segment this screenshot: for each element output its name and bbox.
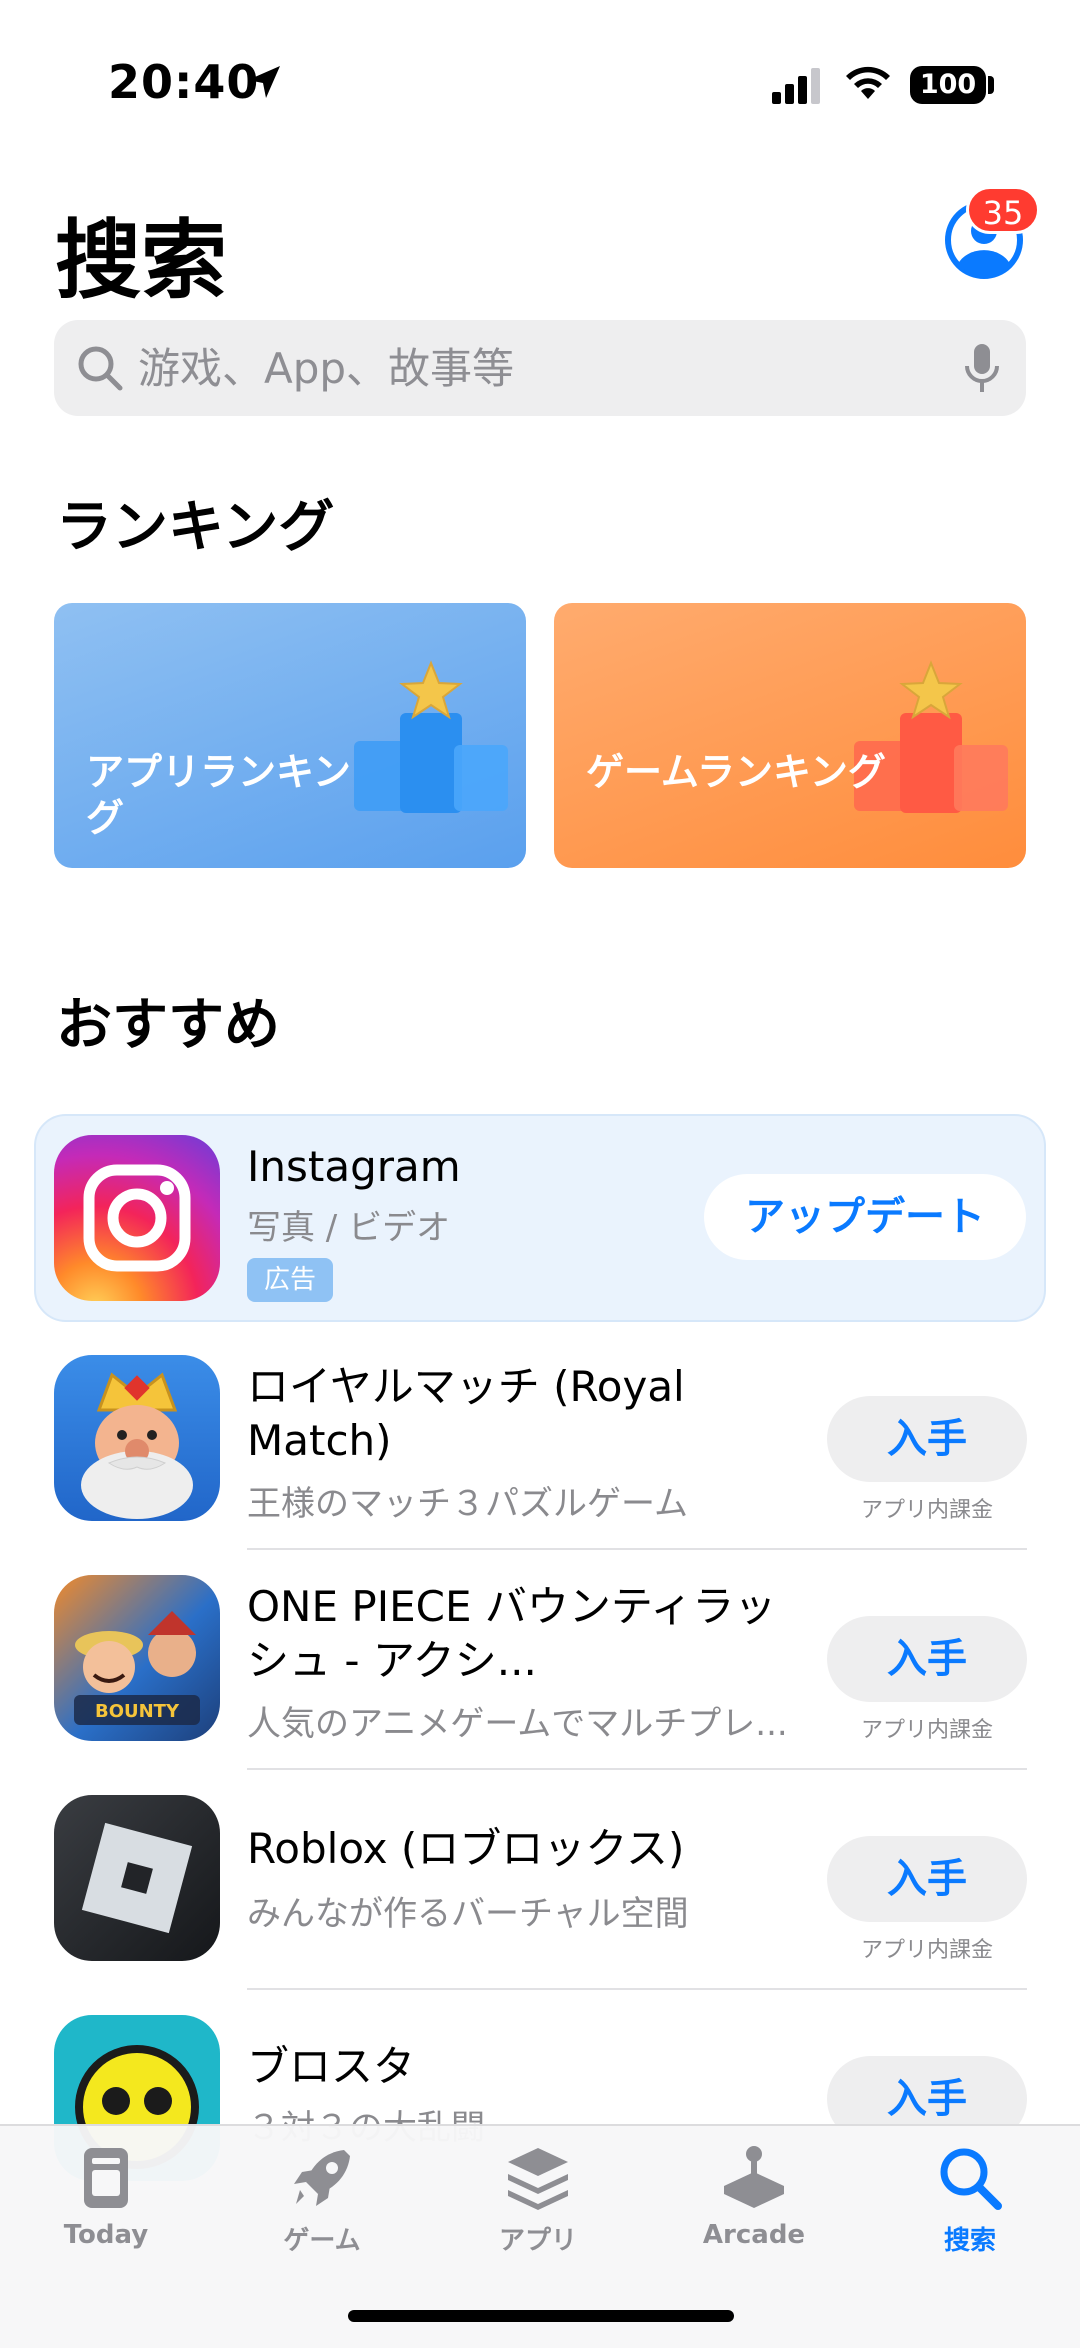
tab-label: アプリ (498, 2226, 577, 2256)
svg-text:BOUNTY: BOUNTY (95, 1701, 180, 1722)
tab-label: ゲーム (283, 2226, 361, 2256)
roblox-app-icon[interactable] (54, 1795, 220, 1961)
one-piece-app-icon[interactable]: BOUNTY (54, 1575, 220, 1741)
battery-indicator: 100 (910, 66, 986, 104)
app-ranking-label: アプリランキング (86, 750, 351, 840)
in-app-purchase-note: アプリ内課金 (860, 1938, 993, 1963)
app-name: ロイヤルマッチ (Royal Match) (247, 1362, 685, 1465)
divider (247, 1768, 1027, 1770)
microphone-icon[interactable] (962, 342, 1002, 396)
today-icon (84, 2148, 128, 2208)
in-app-purchase-note: アプリ内課金 (860, 1718, 993, 1743)
app-ranking-card[interactable]: アプリランキング (54, 603, 526, 868)
get-button[interactable]: 入手 (827, 1396, 1027, 1482)
tab-label: Today (63, 2220, 149, 2250)
tab-search[interactable]: 搜索 (880, 2142, 1060, 2272)
app-subtitle: みんなが作るバーチャル空間 (247, 1894, 689, 1934)
joystick-icon (724, 2146, 784, 2208)
in-app-purchase-note: アプリ内課金 (860, 1498, 993, 1523)
layers-icon (508, 2148, 568, 2210)
search-icon (940, 2148, 1002, 2210)
anime-characters-icon: BOUNTY (74, 1611, 200, 1725)
get-button[interactable]: 入手 (827, 1836, 1027, 1922)
wifi-icon (846, 66, 890, 99)
search-bar[interactable] (54, 320, 1026, 416)
battery-nub (988, 76, 994, 94)
search-icon (78, 346, 123, 391)
king-character-icon (81, 1372, 193, 1519)
app-subtitle: 人気のアニメゲームでマルチプレ... (247, 1704, 788, 1744)
tab-label: Arcade (702, 2220, 806, 2250)
cellular-signal-icon (772, 68, 820, 104)
game-ranking-card[interactable]: ゲームランキング (554, 603, 1026, 868)
tab-arcade[interactable]: Arcade (664, 2142, 844, 2272)
app-name: Roblox (ロブロックス) (247, 1824, 685, 1873)
status-bar: 20:40 100 (0, 0, 1080, 150)
get-button[interactable]: 入手 (827, 1616, 1027, 1702)
app-name: ONE PIECE バウンティラッシュ - アクシ... (247, 1582, 777, 1685)
ranking-section-title: ランキング (56, 495, 335, 560)
notification-badge: 35 (966, 186, 1040, 234)
divider (247, 1988, 1027, 1990)
podium-icon (854, 660, 1008, 813)
camera-icon (83, 1164, 191, 1272)
tab-apps[interactable]: アプリ (448, 2142, 628, 2272)
tab-label: 搜索 (943, 2226, 996, 2256)
status-time: 20:40 (108, 55, 260, 109)
ad-app-category: 写真 / ビデオ (247, 1208, 451, 1248)
tab-games[interactable]: ゲーム (232, 2142, 412, 2272)
page-title: 搜索 (55, 211, 227, 311)
ad-badge: 広告 (247, 1258, 333, 1302)
update-button[interactable]: アップデート (704, 1174, 1026, 1260)
location-arrow-icon (248, 66, 280, 98)
ad-app-name: Instagram (247, 1142, 461, 1191)
divider (247, 1548, 1027, 1550)
home-indicator[interactable] (348, 2310, 734, 2322)
royal-match-app-icon[interactable] (54, 1355, 220, 1521)
roblox-logo-icon (81, 1822, 193, 1934)
app-subtitle: 王様のマッチ３パズルゲーム (247, 1484, 688, 1524)
rocket-icon (294, 2150, 350, 2206)
game-ranking-label: ゲームランキング (586, 750, 886, 794)
tab-today[interactable]: Today (16, 2142, 196, 2272)
recommended-section-title: おすすめ (56, 993, 280, 1058)
search-input[interactable] (138, 320, 918, 416)
app-name: ブロスタ (247, 2042, 416, 2091)
instagram-app-icon[interactable] (54, 1135, 220, 1301)
